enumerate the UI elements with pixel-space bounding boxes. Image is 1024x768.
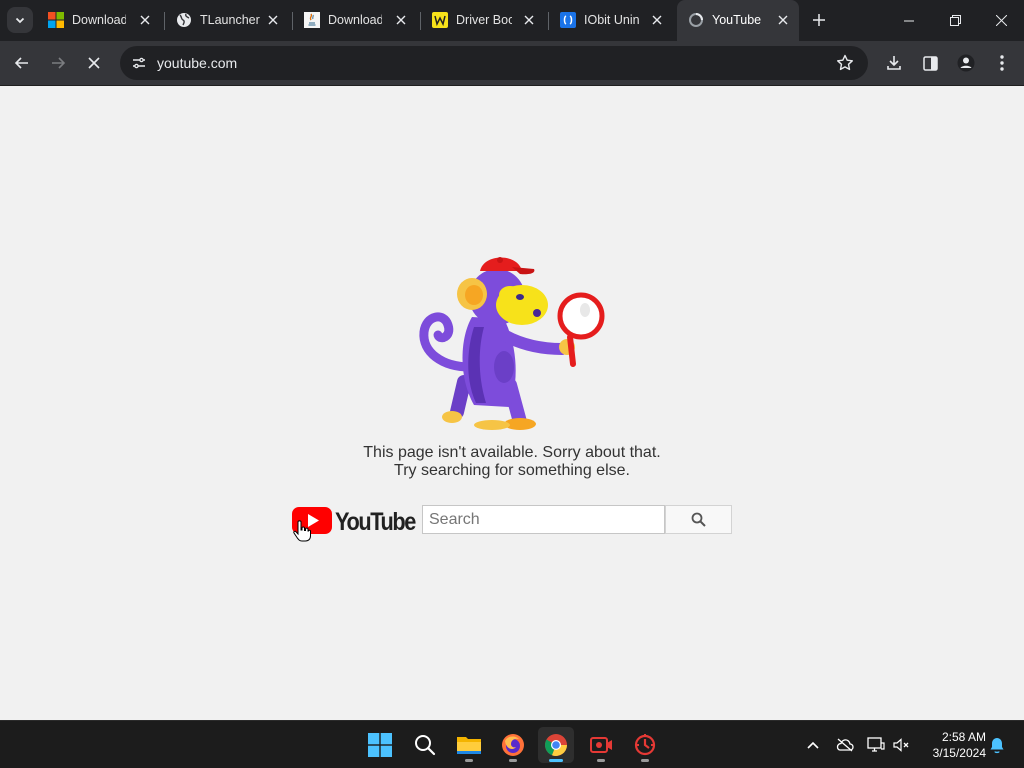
close-icon: [88, 57, 100, 69]
search-button[interactable]: [665, 505, 732, 534]
error-message-line-2: Try searching for something else.: [394, 462, 630, 479]
side-panel-button[interactable]: [916, 49, 944, 77]
arrow-right-icon: [52, 57, 66, 69]
tab-strip: Download TLauncher Download Driver Boost…: [0, 0, 1024, 41]
search-icon: [415, 735, 436, 756]
kebab-menu-icon: [1000, 55, 1004, 71]
forward-button[interactable]: [44, 49, 72, 77]
firefox-icon: [502, 734, 524, 756]
arrow-left-icon: [14, 57, 28, 69]
profile-button[interactable]: [952, 49, 980, 77]
error-message: This page isn't available. Sorry about t…: [262, 444, 762, 480]
network-icon: [867, 737, 885, 752]
stop-loading-button[interactable]: [80, 49, 108, 77]
cloud-offline-icon: [836, 738, 854, 752]
taskbar-screen-recorder[interactable]: [583, 727, 619, 763]
bookmark-star-icon[interactable]: [836, 54, 854, 72]
new-tab-button[interactable]: [808, 9, 830, 31]
taskbar-game-booster[interactable]: [627, 727, 663, 763]
bell-icon: [990, 737, 1004, 753]
close-icon[interactable]: [393, 12, 409, 28]
game-booster-icon: [634, 734, 656, 756]
windows-start-icon: [368, 733, 392, 757]
clock-time: 2:58 AM: [941, 730, 986, 744]
close-icon[interactable]: [775, 12, 791, 28]
clock-date: 3/15/2024: [932, 746, 986, 760]
volume-tray-button[interactable]: [892, 735, 912, 755]
site-info-button[interactable]: [128, 52, 150, 74]
search-icon: [691, 512, 706, 527]
tab-tlauncher[interactable]: TLauncher: [165, 0, 293, 41]
page-content: This page isn't available. Sorry about t…: [0, 87, 1024, 720]
taskbar-chrome[interactable]: [538, 727, 574, 763]
microsoft-icon: [48, 12, 64, 28]
address-bar[interactable]: youtube.com: [120, 46, 868, 80]
taskbar-clock[interactable]: 2:58 AM 3/15/2024: [916, 729, 986, 761]
close-icon[interactable]: [265, 12, 281, 28]
running-indicator: [597, 759, 605, 762]
close-icon[interactable]: [137, 12, 153, 28]
url-text[interactable]: youtube.com: [157, 55, 237, 71]
file-explorer-icon: [457, 737, 481, 754]
tab-title: Download: [328, 13, 382, 27]
error-message-line-1: This page isn't available. Sorry about t…: [363, 444, 661, 461]
tab-youtube[interactable]: YouTube: [677, 0, 799, 41]
notifications-button[interactable]: [987, 735, 1007, 755]
search-input[interactable]: [422, 505, 665, 534]
tab-title: Download: [72, 13, 126, 27]
download-icon: [887, 56, 901, 70]
side-panel-icon: [922, 55, 938, 71]
close-icon[interactable]: [649, 12, 665, 28]
tab-download-microsoft[interactable]: Download: [37, 0, 165, 41]
screen-recorder-icon: [590, 737, 612, 753]
plus-icon: [813, 14, 825, 26]
driver-booster-icon: [432, 12, 448, 28]
windows-taskbar: 2:58 AM 3/15/2024: [0, 720, 1024, 768]
taskbar-file-explorer[interactable]: [451, 727, 487, 763]
tab-title: IObit Uninstaller: [584, 13, 640, 27]
java-icon: [304, 12, 320, 28]
network-tray-button[interactable]: [866, 735, 886, 755]
minimize-button[interactable]: [886, 0, 932, 41]
taskbar-firefox[interactable]: [495, 727, 531, 763]
tab-search-button[interactable]: [7, 7, 33, 33]
tab-driver-booster[interactable]: Driver Booster: [421, 0, 549, 41]
running-indicator: [465, 759, 473, 762]
globe-icon: [177, 13, 191, 27]
onedrive-tray-button[interactable]: [835, 735, 855, 755]
minimize-icon: [904, 20, 914, 21]
running-indicator: [549, 759, 563, 762]
start-button[interactable]: [362, 727, 398, 763]
youtube-wordmark: YouTube: [335, 508, 416, 535]
chevron-down-icon: [15, 17, 25, 24]
close-icon[interactable]: [521, 12, 537, 28]
tab-title: Driver Booster: [456, 13, 512, 27]
restore-icon: [949, 15, 961, 26]
close-icon: [995, 15, 1007, 26]
volume-muted-icon: [893, 738, 909, 752]
chevron-up-icon: [807, 741, 819, 749]
hand-cursor-icon: [293, 520, 311, 542]
back-button[interactable]: [8, 49, 36, 77]
running-indicator: [641, 759, 649, 762]
tab-title: TLauncher: [200, 13, 260, 27]
show-hidden-icons-button[interactable]: [803, 735, 823, 755]
menu-button[interactable]: [988, 49, 1016, 77]
tab-download-java[interactable]: Download: [293, 0, 421, 41]
monkey-illustration: [419, 257, 605, 430]
browser-toolbar: youtube.com: [0, 41, 1024, 86]
profile-icon: [957, 54, 975, 72]
loading-icon: [689, 13, 703, 27]
tab-iobit-uninstaller[interactable]: IObit Uninstaller: [549, 0, 677, 41]
running-indicator: [509, 759, 517, 762]
tune-icon: [133, 57, 145, 69]
iobit-icon: [560, 12, 576, 28]
close-window-button[interactable]: [978, 0, 1024, 41]
downloads-button[interactable]: [880, 49, 908, 77]
tab-title: YouTube: [712, 13, 762, 27]
restore-button[interactable]: [932, 0, 978, 41]
chrome-icon: [545, 734, 567, 756]
taskbar-search-button[interactable]: [407, 727, 443, 763]
